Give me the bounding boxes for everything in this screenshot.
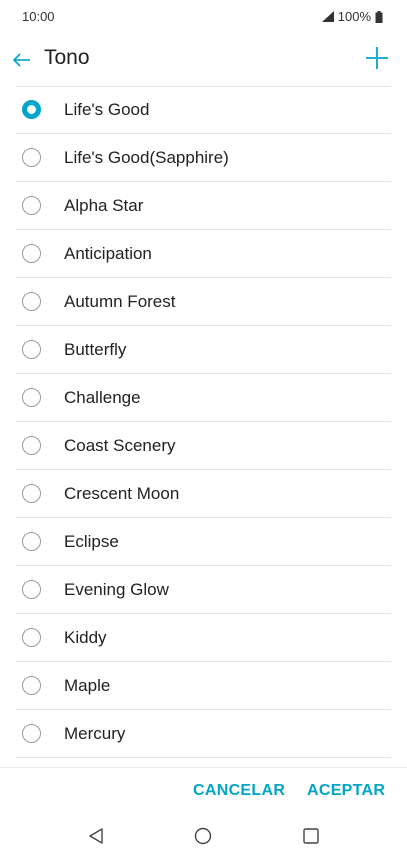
circle-home-icon[interactable] (194, 827, 212, 845)
square-recents-icon[interactable] (302, 827, 320, 845)
ringtone-label: Butterfly (64, 340, 127, 359)
ringtone-label: Alpha Star (64, 196, 144, 215)
ringtone-item[interactable]: Kiddy (16, 614, 391, 662)
radio-button[interactable] (22, 484, 41, 503)
radio-button[interactable] (22, 292, 41, 311)
arrow-left-icon[interactable] (10, 48, 34, 72)
radio-button[interactable] (22, 244, 41, 263)
ringtone-label: Anticipation (64, 244, 152, 263)
ringtone-item[interactable]: Evening Glow (16, 566, 391, 614)
ringtone-item[interactable]: Life's Good(Sapphire) (16, 134, 391, 182)
ringtone-label: Eclipse (64, 532, 119, 551)
ringtone-item[interactable]: Alpha Star (16, 182, 391, 230)
ringtone-label: Life's Good (64, 100, 150, 119)
radio-button[interactable] (22, 388, 41, 407)
ringtone-label: Mercury (64, 724, 126, 743)
ringtone-label: Kiddy (64, 628, 107, 647)
ringtone-item[interactable]: Maple (16, 662, 391, 710)
ringtone-label: Crescent Moon (64, 484, 180, 503)
ringtone-label: Maple (64, 676, 111, 695)
ringtone-item[interactable]: Eclipse (16, 518, 391, 566)
ringtone-item[interactable]: Life's Good (16, 86, 391, 134)
triangle-back-icon[interactable] (87, 827, 105, 845)
radio-button[interactable] (22, 532, 41, 551)
ringtone-item[interactable]: Autumn Forest (16, 278, 391, 326)
accept-button[interactable]: ACEPTAR (307, 782, 385, 800)
ringtone-item[interactable]: Crescent Moon (16, 470, 391, 518)
ringtone-label: Coast Scenery (64, 436, 176, 455)
ringtone-item[interactable]: Butterfly (16, 326, 391, 374)
ringtone-list: Life's Good Life's Good(Sapphire) Alpha St… (16, 86, 391, 758)
radio-button[interactable] (22, 580, 41, 599)
ringtone-label: Autumn Forest (64, 292, 176, 311)
ringtone-label: Life's Good(Sapphire) (64, 148, 229, 167)
navigation-bar (0, 810, 407, 860)
signal-icon (321, 11, 334, 22)
footer-divider (0, 767, 407, 768)
radio-button[interactable] (22, 724, 41, 743)
radio-button[interactable] (22, 196, 41, 215)
battery-percent: 100% (337, 9, 371, 24)
radio-button[interactable] (22, 628, 41, 647)
plus-icon[interactable] (364, 45, 390, 71)
radio-button[interactable] (22, 676, 41, 695)
status-indicators: 100% (321, 9, 383, 24)
battery-icon (375, 10, 383, 23)
app-bar: Tono (0, 32, 407, 88)
ringtone-item[interactable]: Coast Scenery (16, 422, 391, 470)
ringtone-item[interactable]: Challenge (16, 374, 391, 422)
ringtone-label: Evening Glow (64, 580, 169, 599)
ringtone-label: Challenge (64, 388, 141, 407)
ringtone-item[interactable]: Mercury (16, 710, 391, 758)
radio-button-checked[interactable] (22, 100, 41, 119)
radio-button[interactable] (22, 340, 41, 359)
cancel-button[interactable]: CANCELAR (193, 782, 285, 800)
radio-button[interactable] (22, 148, 41, 167)
ringtone-item[interactable]: Anticipation (16, 230, 391, 278)
status-bar: 10:00 100% (0, 0, 407, 32)
radio-button[interactable] (22, 436, 41, 455)
status-time: 10:00 (22, 9, 55, 24)
page-title: Tono (44, 46, 90, 69)
